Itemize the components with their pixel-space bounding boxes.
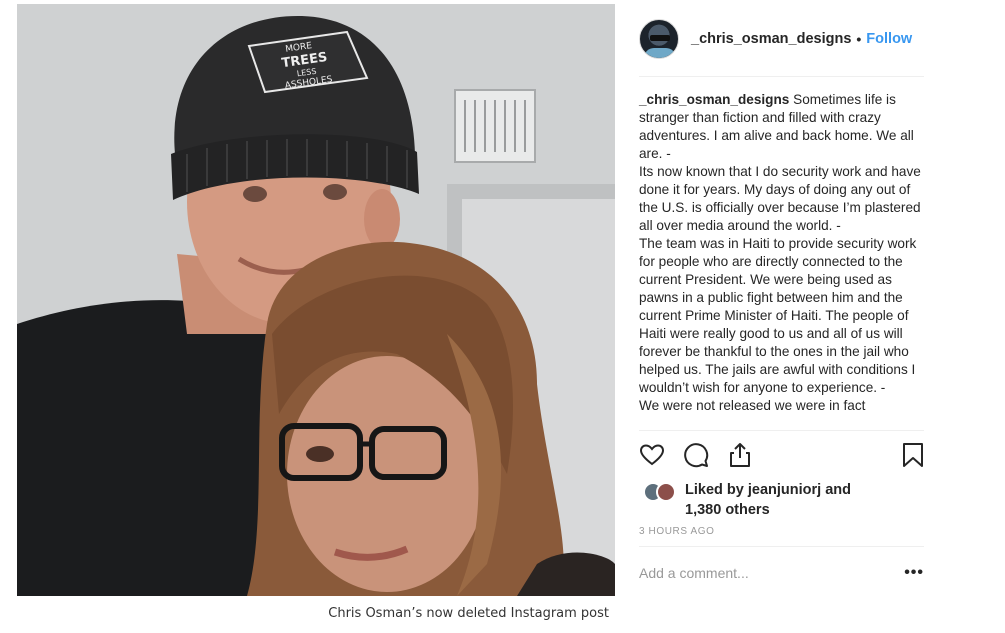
caption-body: Sometimes life is stranger than fiction … <box>639 92 921 413</box>
likes-others[interactable]: 1,380 others <box>685 502 770 518</box>
share-icon[interactable] <box>727 442 753 468</box>
comment-input[interactable] <box>639 565 869 581</box>
liker-username[interactable]: jeanjuniorj <box>748 482 821 498</box>
instagram-post-panel: _chris_osman_designs • Follow _chris_osm… <box>627 4 932 596</box>
separator-dot: • <box>856 31 862 47</box>
user-avatar[interactable] <box>639 19 679 59</box>
heart-icon[interactable] <box>639 442 665 468</box>
post-timestamp[interactable]: 3 HOURS AGO <box>639 526 715 537</box>
post-username[interactable]: _chris_osman_designs <box>691 31 851 47</box>
likes-and: and <box>821 482 851 498</box>
comment-divider <box>639 546 924 547</box>
comment-bar: ••• <box>639 560 924 586</box>
bookmark-icon[interactable] <box>900 442 926 468</box>
likes-prefix: Liked by <box>685 482 748 498</box>
liker-avatars[interactable] <box>643 482 677 502</box>
more-options-icon[interactable]: ••• <box>904 564 924 582</box>
post-header: _chris_osman_designs • Follow <box>639 16 924 62</box>
photo-caption: Chris Osman’s now deleted Instagram post <box>328 606 609 621</box>
header-divider <box>639 76 924 77</box>
post-photo: MORE TREES LESS ASSHOLES <box>17 4 615 596</box>
action-bar <box>639 442 926 472</box>
likes-section: Liked by jeanjuniorj and 1,380 others <box>639 480 924 520</box>
post-caption: _chris_osman_designs Sometimes life is s… <box>639 91 931 415</box>
follow-button[interactable]: Follow <box>866 31 912 47</box>
caption-username[interactable]: _chris_osman_designs <box>639 92 789 107</box>
actions-divider <box>639 430 924 431</box>
likes-line-1: Liked by jeanjuniorj and <box>685 482 851 498</box>
comment-icon[interactable] <box>683 442 709 468</box>
